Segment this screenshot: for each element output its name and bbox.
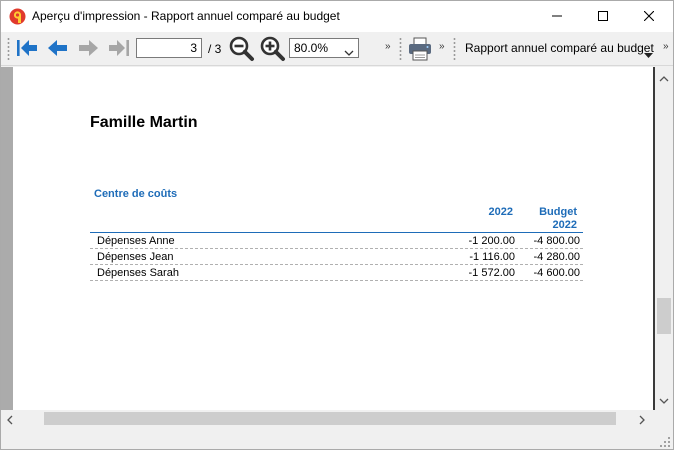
- report-page: Famille Martin Centre de coûts 2022 Budg…: [13, 67, 653, 410]
- scrollbar-corner: [655, 410, 673, 427]
- toolbar-overflow-chevron-print[interactable]: »: [439, 41, 444, 52]
- close-icon: [643, 10, 655, 24]
- report-select[interactable]: Rapport annuel comparé au budget: [459, 37, 657, 59]
- page-number-input[interactable]: 3: [136, 38, 202, 58]
- row-budget: -4 800.00: [533, 235, 580, 247]
- zoom-in-icon[interactable]: [260, 36, 285, 61]
- toolbar-overflow-chevron-report[interactable]: »: [663, 41, 668, 52]
- status-bar: [1, 427, 673, 449]
- report-select-value: Rapport annuel comparé au budget: [465, 41, 654, 55]
- row-actual: -1 116.00: [469, 251, 515, 263]
- minimize-icon: [552, 10, 562, 24]
- zoom-value: 80.0%: [294, 41, 329, 55]
- column-header-budget: Budget 2022: [523, 206, 577, 232]
- table-row: Dépenses Sarah -1 572.00 -4 600.00: [90, 265, 583, 281]
- resize-grip-icon[interactable]: [660, 436, 670, 447]
- toolbar-overflow-chevron[interactable]: »: [385, 41, 390, 52]
- table-row: Dépenses Jean -1 116.00 -4 280.00: [90, 249, 583, 265]
- row-label: Dépenses Jean: [97, 251, 174, 263]
- row-budget: -4 280.00: [533, 251, 580, 263]
- app-logo-icon: [9, 8, 26, 25]
- next-page-icon[interactable]: [77, 36, 101, 60]
- toolbar-grip[interactable]: [7, 37, 10, 61]
- toolbar: 3 / 3 80.0% » » Rapport annuel comparé a…: [1, 32, 673, 66]
- row-label: Dépenses Anne: [97, 235, 175, 247]
- column-header-year: 2022: [488, 206, 513, 218]
- first-page-icon[interactable]: [15, 36, 39, 60]
- row-budget: -4 600.00: [533, 267, 580, 279]
- toolbar-grip-report[interactable]: [453, 37, 456, 61]
- column-header-budget-line2: 2022: [552, 219, 577, 231]
- chevron-down-icon: [344, 44, 354, 62]
- close-button[interactable]: [626, 1, 672, 32]
- maximize-icon: [598, 10, 608, 24]
- vertical-scrollbar[interactable]: [655, 67, 673, 410]
- vertical-scroll-thumb[interactable]: [657, 298, 671, 334]
- scroll-left-icon[interactable]: [6, 414, 13, 428]
- scroll-up-icon[interactable]: [659, 71, 669, 85]
- page-total-label: / 3: [208, 42, 222, 56]
- column-header-budget-line1: Budget: [539, 206, 577, 218]
- table-row: Dépenses Anne -1 200.00 -4 800.00: [90, 233, 583, 249]
- scroll-right-icon[interactable]: [639, 414, 646, 428]
- scroll-down-icon[interactable]: [659, 394, 669, 408]
- horizontal-scroll-thumb[interactable]: [44, 412, 616, 425]
- caret-down-icon: [644, 44, 653, 66]
- print-preview-window: Aperçu d'impression - Rapport annuel com…: [0, 0, 674, 450]
- report-title: Famille Martin: [90, 114, 198, 131]
- row-actual: -1 572.00: [468, 267, 515, 279]
- toolbar-grip-print[interactable]: [399, 37, 402, 61]
- printer-icon[interactable]: [407, 36, 431, 61]
- title-bar: Aperçu d'impression - Rapport annuel com…: [1, 1, 673, 32]
- window-title: Aperçu d'impression - Rapport annuel com…: [32, 9, 340, 23]
- zoom-select[interactable]: 80.0%: [289, 38, 359, 58]
- last-page-icon[interactable]: [107, 36, 131, 60]
- previous-page-icon[interactable]: [45, 36, 69, 60]
- row-actual: -1 200.00: [468, 235, 515, 247]
- section-title: Centre de coûts: [94, 188, 178, 200]
- row-label: Dépenses Sarah: [97, 267, 179, 279]
- minimize-button[interactable]: [534, 1, 580, 32]
- maximize-button[interactable]: [580, 1, 626, 32]
- horizontal-scrollbar[interactable]: [1, 410, 655, 427]
- zoom-out-icon[interactable]: [229, 36, 254, 61]
- preview-area: Famille Martin Centre de coûts 2022 Budg…: [1, 67, 673, 410]
